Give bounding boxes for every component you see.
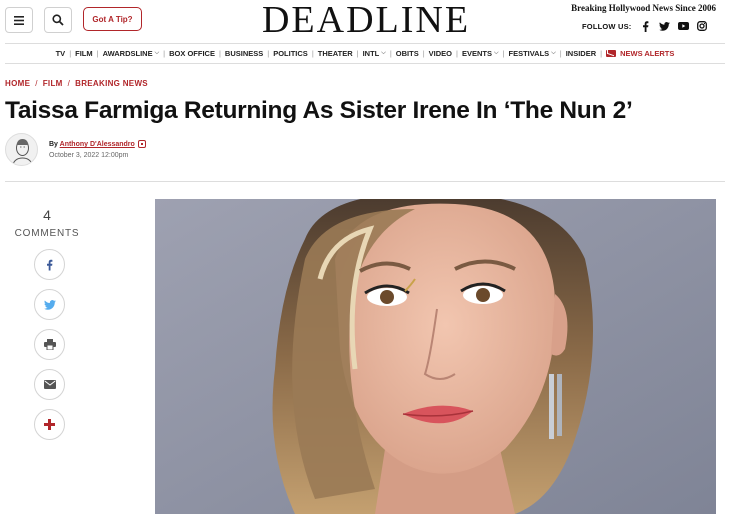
breadcrumb-separator: /	[67, 79, 71, 88]
nav-item-tv[interactable]: TV	[52, 49, 70, 58]
nav-item-intl[interactable]: INTL ⌵	[359, 49, 390, 58]
follow-label: FOLLOW US:	[582, 21, 632, 31]
breadcrumb-home[interactable]: HOME	[5, 79, 30, 88]
author-avatar[interactable]	[5, 133, 38, 166]
nav-item-film[interactable]: FILM	[71, 49, 97, 58]
main-nav: TV | FILM | AWARDSLINE ⌵ | BOX OFFICE | BUSINESS |…	[5, 43, 725, 64]
plus-icon	[44, 419, 55, 430]
nav-item-label: POLITICS	[273, 49, 308, 58]
print-button[interactable]	[34, 329, 65, 360]
share-facebook-button[interactable]	[34, 249, 65, 280]
comment-count[interactable]: 4	[14, 207, 80, 223]
nav-item-box-office[interactable]: BOX OFFICE	[165, 49, 219, 58]
news-alerts-label: NEWS ALERTS	[620, 49, 675, 58]
nav-item-label: BUSINESS	[224, 49, 264, 58]
twitter-icon[interactable]	[658, 21, 670, 32]
print-icon	[43, 339, 56, 350]
breadcrumb: HOME / FILM / BREAKING NEWS	[5, 79, 148, 88]
nav-item-label: OBITS	[395, 49, 419, 58]
mail-icon	[606, 50, 617, 57]
facebook-icon	[47, 259, 53, 270]
nav-item-label: BOX OFFICE	[169, 49, 215, 58]
nav-item-video[interactable]: VIDEO	[425, 49, 456, 58]
follow-us: FOLLOW US:	[582, 18, 708, 34]
instagram-icon[interactable]	[697, 21, 708, 32]
nav-item-label: INTL	[362, 49, 380, 58]
nav-item-label: AWARDSLINE	[102, 49, 153, 58]
email-button[interactable]	[34, 369, 65, 400]
menu-button[interactable]	[5, 7, 33, 33]
byline-prefix: By	[49, 140, 58, 148]
search-icon	[52, 14, 64, 26]
nav-item-politics[interactable]: POLITICS	[269, 49, 312, 58]
breadcrumb-film[interactable]: FILM	[43, 79, 63, 88]
chevron-down-icon: ⌵	[154, 50, 160, 56]
nav-item-awardsline[interactable]: AWARDSLINE ⌵	[99, 49, 164, 58]
nav-item-events[interactable]: EVENTS ⌵	[458, 49, 503, 58]
nav-item-festivals[interactable]: FESTIVALS ⌵	[504, 49, 559, 58]
author-social-icon[interactable]	[137, 140, 146, 148]
comments-label[interactable]: COMMENTS	[8, 228, 86, 239]
author-link[interactable]: Anthony D'Alessandro	[60, 141, 135, 148]
breadcrumb-breaking-news[interactable]: BREAKING NEWS	[75, 79, 148, 88]
nav-item-business[interactable]: BUSINESS	[221, 49, 267, 58]
chevron-down-icon: ⌵	[551, 50, 556, 56]
nav-item-label: VIDEO	[428, 49, 452, 58]
nav-item-label: TV	[55, 49, 66, 58]
article-hero-image	[155, 199, 716, 514]
nav-item-label: FILM	[75, 49, 93, 58]
article-headline: Taissa Farmiga Returning As Sister Irene…	[5, 97, 633, 124]
nav-item-label: INSIDER	[565, 49, 597, 58]
news-alerts-link[interactable]: NEWS ALERTS	[602, 49, 678, 58]
email-icon	[43, 380, 56, 389]
nav-item-obits[interactable]: OBITS	[392, 49, 423, 58]
share-twitter-button[interactable]	[34, 289, 65, 320]
facebook-icon[interactable]	[640, 20, 651, 32]
breadcrumb-separator: /	[35, 79, 38, 88]
chevron-down-icon: ⌵	[381, 50, 386, 56]
divider	[5, 181, 725, 182]
hamburger-icon	[14, 15, 24, 25]
twitter-icon	[43, 299, 56, 310]
chevron-down-icon: ⌵	[493, 50, 499, 56]
nav-item-insider[interactable]: INSIDER	[562, 49, 600, 58]
nav-item-label: EVENTS	[461, 49, 492, 58]
got-a-tip-button[interactable]: Got A Tip?	[83, 7, 142, 31]
nav-item-label: THEATER	[317, 49, 353, 58]
tagline: Breaking Hollywood News Since 2006	[571, 3, 716, 13]
nav-item-theater[interactable]: THEATER	[314, 49, 357, 58]
youtube-icon[interactable]	[677, 21, 689, 32]
more-share-button[interactable]	[34, 409, 65, 440]
site-logo[interactable]: DEADLINE	[244, 0, 488, 40]
publish-date: October 3, 2022 12:00pm	[49, 152, 129, 159]
nav-item-label: FESTIVALS	[508, 49, 550, 58]
byline: By Anthony D'Alessandro	[49, 140, 146, 148]
search-button[interactable]	[44, 7, 72, 33]
